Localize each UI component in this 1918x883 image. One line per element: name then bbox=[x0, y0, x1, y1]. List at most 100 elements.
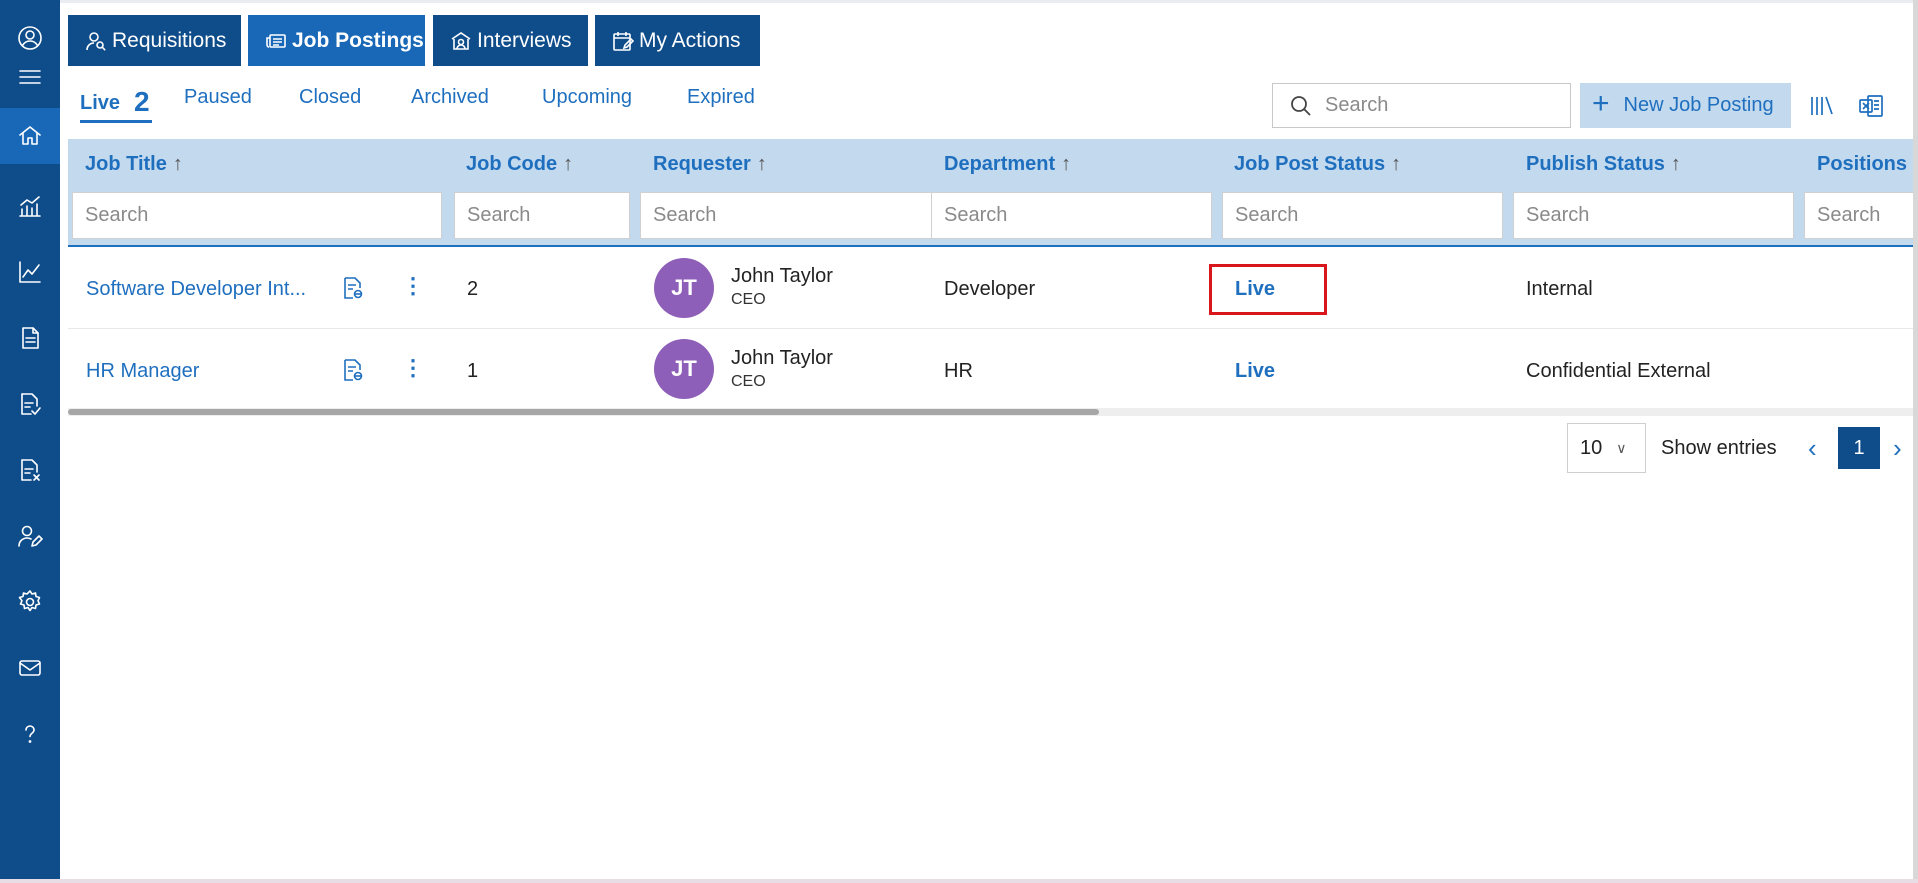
filter-requester[interactable] bbox=[640, 192, 932, 239]
new-job-posting-label: New Job Posting bbox=[1623, 94, 1774, 116]
page-size-select[interactable]: 10 ∨ bbox=[1567, 423, 1646, 473]
tab-job-postings-label: Job Postings bbox=[292, 28, 424, 52]
plus-icon: + bbox=[1592, 86, 1610, 120]
column-header-positions[interactable]: Positions↑ bbox=[1817, 153, 1913, 176]
view-posting-icon[interactable] bbox=[340, 357, 366, 383]
calendar-edit-icon bbox=[613, 31, 634, 51]
hamburger-menu-icon[interactable] bbox=[0, 60, 60, 94]
filter-positions[interactable] bbox=[1804, 192, 1913, 239]
filter-requester-input[interactable] bbox=[641, 193, 931, 238]
gear-icon[interactable] bbox=[0, 574, 60, 630]
column-header-department[interactable]: Department ↑ bbox=[944, 153, 1071, 176]
previous-page-icon[interactable]: ‹ bbox=[1808, 433, 1817, 464]
user-search-icon bbox=[86, 31, 106, 51]
show-entries-label: Show entries bbox=[1661, 437, 1777, 459]
subtab-upcoming[interactable]: Upcoming bbox=[542, 86, 632, 109]
tab-job-postings[interactable]: Job Postings bbox=[248, 15, 425, 66]
search-icon bbox=[1291, 95, 1311, 116]
job-code: 1 bbox=[467, 360, 479, 382]
sidebar bbox=[0, 0, 60, 883]
job-code: 2 bbox=[467, 278, 479, 300]
requester-name: John Taylor bbox=[731, 347, 833, 369]
window-edge bbox=[1913, 0, 1918, 883]
filter-publish-status[interactable] bbox=[1513, 192, 1794, 239]
filter-job-code-input[interactable] bbox=[455, 193, 629, 238]
sort-arrow-icon: ↑ bbox=[1061, 153, 1072, 175]
document-check-icon[interactable] bbox=[0, 376, 60, 432]
column-header-requester[interactable]: Requester ↑ bbox=[653, 153, 767, 176]
subtab-paused[interactable]: Paused bbox=[184, 86, 252, 109]
document-cancel-icon[interactable] bbox=[0, 442, 60, 498]
filter-publish-status-input[interactable] bbox=[1514, 193, 1793, 238]
user-edit-icon[interactable] bbox=[0, 508, 60, 564]
mail-icon[interactable] bbox=[0, 640, 60, 696]
sort-arrow-icon: ↑ bbox=[172, 153, 183, 175]
view-posting-icon[interactable] bbox=[340, 275, 366, 301]
document-icon[interactable] bbox=[0, 310, 60, 366]
active-subtab-underline bbox=[80, 120, 152, 123]
filter-department-input[interactable] bbox=[932, 193, 1211, 238]
filter-department[interactable] bbox=[931, 192, 1212, 239]
column-header-label: Publish Status bbox=[1526, 153, 1665, 175]
row-menu-icon[interactable]: ⋮ bbox=[402, 273, 424, 299]
publish-status: Internal bbox=[1526, 278, 1593, 300]
subtab-live[interactable]: Live 2 bbox=[80, 84, 150, 117]
search-input[interactable] bbox=[1325, 94, 1545, 117]
subtab-expired[interactable]: Expired bbox=[687, 86, 755, 109]
tab-my-actions-label: My Actions bbox=[639, 28, 741, 52]
column-header-job-title[interactable]: Job Title ↑ bbox=[85, 153, 183, 176]
job-title-link[interactable]: Software Developer Int... bbox=[86, 278, 306, 301]
window-bottom-edge bbox=[0, 879, 1918, 883]
tab-requisitions[interactable]: Requisitions bbox=[68, 15, 241, 66]
help-icon[interactable] bbox=[0, 706, 60, 762]
table-row: Software Developer Int... ⋮ 2 JT John Ta… bbox=[68, 247, 1913, 329]
column-header-label: Job Code bbox=[466, 153, 558, 175]
column-header-label: Job Title bbox=[85, 153, 167, 175]
current-page-button[interactable]: 1 bbox=[1838, 427, 1880, 469]
filter-job-post-status[interactable] bbox=[1222, 192, 1503, 239]
requester-role: CEO bbox=[731, 291, 766, 308]
column-header-label: Job Post Status bbox=[1234, 153, 1386, 175]
avatar: JT bbox=[654, 258, 714, 318]
column-chooser-icon[interactable] bbox=[1808, 92, 1838, 122]
new-job-posting-button[interactable]: + New Job Posting bbox=[1580, 83, 1791, 128]
horizontal-scrollbar-thumb[interactable] bbox=[68, 409, 1099, 415]
user-avatar-icon[interactable] bbox=[0, 16, 60, 60]
line-chart-icon[interactable] bbox=[0, 244, 60, 300]
analytics-icon[interactable] bbox=[0, 178, 60, 234]
job-title-link[interactable]: HR Manager bbox=[86, 360, 199, 383]
requester-name: John Taylor bbox=[731, 265, 833, 287]
filter-job-code[interactable] bbox=[454, 192, 630, 239]
newspaper-icon bbox=[266, 33, 286, 48]
filter-positions-input[interactable] bbox=[1805, 193, 1913, 238]
live-count-badge: 2 bbox=[134, 86, 150, 117]
row-menu-icon[interactable]: ⋮ bbox=[402, 355, 424, 381]
subtab-archived[interactable]: Archived bbox=[411, 86, 489, 109]
top-border bbox=[60, 0, 1918, 3]
tab-requisitions-label: Requisitions bbox=[112, 28, 227, 52]
job-post-status: Live bbox=[1235, 360, 1276, 382]
sort-arrow-icon: ↑ bbox=[1670, 153, 1681, 175]
next-page-icon[interactable]: › bbox=[1893, 433, 1902, 464]
global-search[interactable] bbox=[1272, 83, 1571, 128]
column-header-job-post-status[interactable]: Job Post Status ↑ bbox=[1234, 153, 1401, 176]
chevron-down-icon: ∨ bbox=[1616, 439, 1627, 456]
sort-arrow-icon: ↑ bbox=[756, 153, 767, 175]
excel-export-icon[interactable] bbox=[1857, 92, 1887, 122]
tab-my-actions[interactable]: My Actions bbox=[595, 15, 760, 66]
highlight-box bbox=[1209, 264, 1327, 315]
tab-interviews[interactable]: Interviews bbox=[433, 15, 588, 66]
column-header-label: Positions bbox=[1817, 153, 1908, 175]
column-header-job-code[interactable]: Job Code ↑ bbox=[466, 153, 573, 176]
table-header: Job Title ↑ Job Code ↑ Requester ↑ Departme… bbox=[68, 139, 1913, 246]
page-size-value: 10 bbox=[1580, 436, 1603, 459]
home-icon[interactable] bbox=[0, 108, 60, 164]
table-row: HR Manager ⋮ 1 JT John Taylor CEO HR Liv… bbox=[68, 329, 1913, 411]
filter-job-title-input[interactable] bbox=[73, 193, 441, 238]
requester-role: CEO bbox=[731, 373, 766, 390]
column-header-label: Requester bbox=[653, 153, 751, 175]
filter-job-title[interactable] bbox=[72, 192, 442, 239]
column-header-publish-status[interactable]: Publish Status ↑ bbox=[1526, 153, 1681, 176]
filter-job-post-status-input[interactable] bbox=[1223, 193, 1502, 238]
subtab-closed[interactable]: Closed bbox=[299, 86, 361, 109]
